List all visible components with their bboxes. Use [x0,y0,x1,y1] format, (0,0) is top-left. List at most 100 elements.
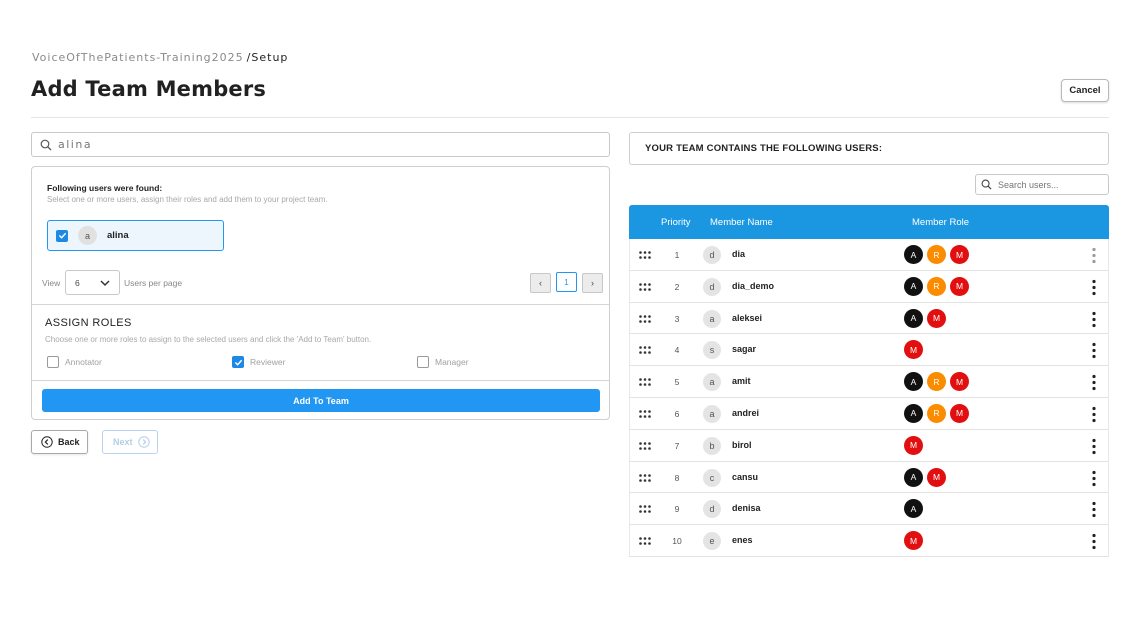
member-name: birol [732,439,752,450]
role-option-reviewer[interactable]: Reviewer [232,356,285,368]
member-name: dia_demo [732,280,775,291]
search-icon [40,139,52,150]
member-name: cansu [732,471,759,482]
reviewer-checkbox[interactable] [232,356,244,368]
table-row[interactable]: 10 e enes M [629,525,1109,557]
member-roles: ARM [904,276,973,296]
role-badge: M [950,372,969,392]
member-name: denisa [732,503,761,514]
column-member-name: Member Name [710,217,773,228]
user-select-checkbox[interactable] [56,229,68,242]
drag-handle-icon[interactable] [639,314,651,323]
user-search-box[interactable] [31,132,610,157]
more-options-icon[interactable] [1091,470,1097,487]
more-options-icon[interactable] [1091,501,1097,518]
table-row[interactable]: 2 d dia_demo A R M [629,270,1109,303]
more-options-icon[interactable] [1091,279,1097,296]
search-results-panel: Following users were found: Select one o… [31,166,610,420]
next-button[interactable]: Next [102,430,158,454]
next-label: Next [113,437,133,447]
role-label: Manager [435,357,469,367]
row-priority: 1 [674,250,680,260]
avatar: e [703,532,721,551]
drag-handle-icon[interactable] [639,473,651,482]
more-options-icon[interactable] [1091,342,1097,359]
role-option-annotator[interactable]: Annotator [47,356,102,368]
member-roles: ARM [904,403,973,423]
per-page-value: 6 [75,277,80,288]
avatar: d [703,500,721,519]
role-badge: M [950,403,969,423]
team-search-input[interactable] [998,179,1098,190]
more-options-icon[interactable] [1091,533,1097,550]
drag-handle-icon[interactable] [639,251,651,259]
view-label: View [42,278,61,288]
role-badge: M [950,276,969,296]
row-priority: 5 [674,377,680,388]
more-options-icon[interactable] [1091,374,1097,391]
avatar: d [703,246,721,264]
member-name: aleksei [732,312,763,323]
arrow-right-circle-icon [137,436,150,448]
role-badge: A [904,403,923,423]
avatar: d [703,277,721,296]
drag-handle-icon[interactable] [639,282,651,291]
team-table: Priority Member Name Member Role 1 d dia A R… [629,205,1109,557]
role-badge: A [904,245,923,264]
assign-roles-title: ASSIGN ROLES [45,317,132,329]
avatar: c [703,468,721,487]
role-badge: M [927,467,946,487]
prev-page-button[interactable]: ‹ [530,273,551,293]
drag-handle-icon[interactable] [639,378,651,386]
drag-handle-icon[interactable] [639,346,651,355]
more-options-icon[interactable] [1091,406,1097,423]
per-page-select[interactable]: 6 [65,270,120,295]
table-row[interactable]: 1 d dia A R M [629,239,1109,271]
table-row[interactable]: 3 a aleksei A M [629,302,1109,335]
manager-checkbox[interactable] [417,356,429,368]
drag-handle-icon[interactable] [639,537,651,545]
breadcrumb-project[interactable]: VoiceOfThePatients-Training2025 [32,51,244,64]
annotator-checkbox[interactable] [47,356,59,368]
table-row[interactable]: 7 b birol M [629,429,1109,462]
role-badge: A [904,499,923,519]
member-roles: M [904,340,927,360]
add-to-team-button[interactable]: Add To Team [42,389,600,412]
drag-handle-icon[interactable] [639,410,651,418]
table-row[interactable]: 5 a amit A R M [629,366,1109,398]
team-search-box[interactable] [975,174,1109,195]
team-header: YOUR TEAM CONTAINS THE FOLLOWING USERS: [629,132,1109,165]
more-options-icon[interactable] [1091,247,1097,264]
next-page-button[interactable]: › [582,273,603,293]
avatar: b [703,436,721,455]
page-title: Add Team Members [31,77,267,101]
row-priority: 7 [674,440,680,451]
more-options-icon[interactable] [1091,438,1097,455]
table-row[interactable]: 4 s sagar M [629,334,1109,367]
row-priority: 4 [674,345,680,356]
row-priority: 8 [674,472,680,483]
results-subtitle: Select one or more users, assign their r… [47,195,328,204]
role-badge: M [904,340,923,360]
row-priority: 6 [674,408,680,419]
table-header: Priority Member Name Member Role [629,205,1109,239]
role-badge: A [904,276,923,296]
table-row[interactable]: 8 c cansu A M [629,461,1109,494]
current-page-button[interactable]: 1 [556,272,577,292]
found-user-name: alina [107,230,129,241]
member-name: amit [732,376,751,387]
divider [32,380,609,381]
role-label: Annotator [65,357,102,367]
back-button[interactable]: Back [31,430,88,454]
found-user-card[interactable]: a alina [47,220,224,251]
results-title: Following users were found: [47,183,163,193]
drag-handle-icon[interactable] [639,441,651,450]
drag-handle-icon[interactable] [639,505,651,514]
cancel-button[interactable]: Cancel [1061,79,1109,102]
role-badge: R [927,276,946,296]
more-options-icon[interactable] [1091,311,1097,328]
role-option-manager[interactable]: Manager [417,356,469,368]
table-row[interactable]: 6 a andrei A R M [629,397,1109,430]
table-row[interactable]: 9 d denisa A [629,493,1109,526]
user-search-input[interactable] [58,138,558,151]
